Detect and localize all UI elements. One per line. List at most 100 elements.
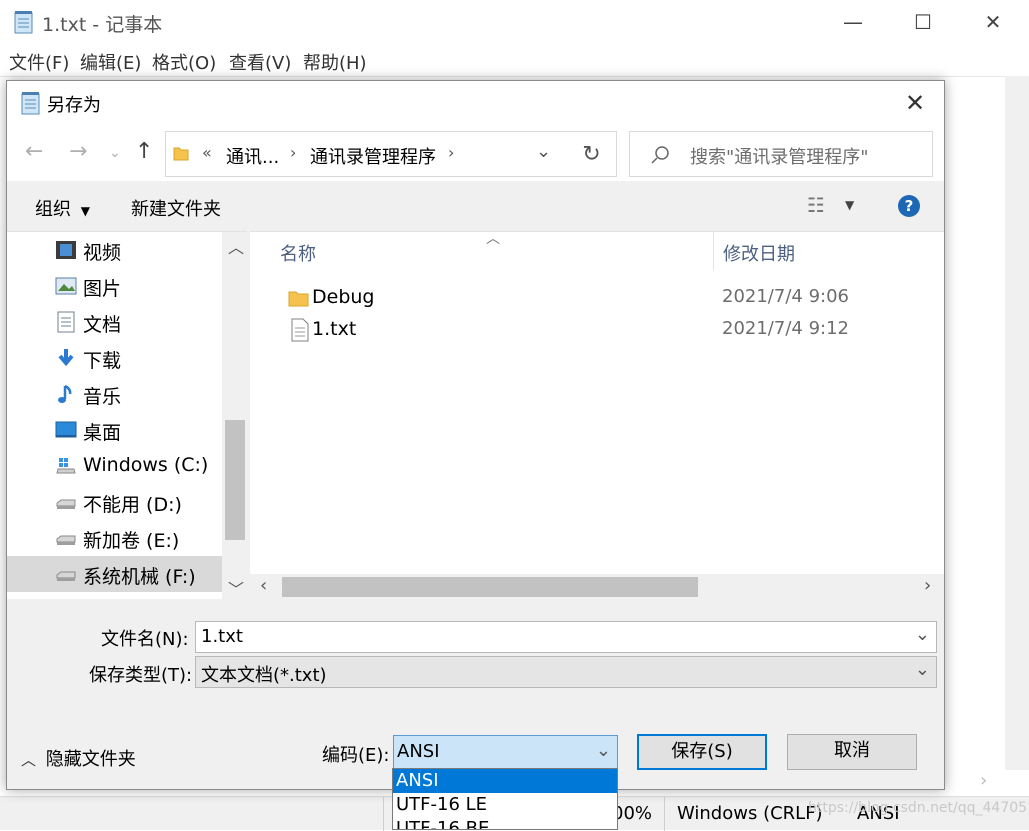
status-divider [383,797,384,831]
column-header-modified[interactable]: 修改日期 [723,240,795,266]
nav-pane-scrollbar[interactable]: ︿ ﹀ [222,232,248,600]
nav-item-pictures[interactable]: 图片 [7,268,222,304]
file-list-pane: ︿ 名称 修改日期 Debug 2021/7/4 9:06 1.txt 2021… [250,231,944,600]
menu-help[interactable]: 帮助(H) [303,49,367,75]
forward-arrow-icon[interactable]: → [69,139,87,164]
nav-item-label: 桌面 [83,422,122,444]
chevron-down-icon[interactable]: ⌄ [915,624,930,645]
maximize-button[interactable]: ☐ [900,4,946,40]
dialog-close-button[interactable]: ✕ [892,85,938,121]
file-pane-horizontal-scrollbar[interactable]: ‹ › [250,574,944,600]
chevron-down-icon[interactable]: ⌄ [915,659,930,680]
nav-item-label: Windows (C:) [83,454,209,476]
address-bar[interactable]: « 通讯... › 通讯录管理程序 › ⌄ [165,131,569,177]
filetype-value: 文本文档(*.txt) [201,665,327,686]
column-header-name[interactable]: 名称 [280,240,316,266]
nav-item-label: 图片 [83,278,122,300]
folder-icon [173,147,189,161]
text-file-icon [291,318,309,342]
breadcrumb-item[interactable]: 通讯录管理程序 [310,143,436,169]
notepad-menubar: 文件(F) 编辑(E) 格式(O) 查看(V) 帮助(H) [0,44,1029,76]
new-folder-button[interactable]: 新建文件夹 [131,195,221,221]
refresh-button[interactable]: ↻ [567,131,617,177]
windows-drive-icon [56,458,76,474]
nav-item-drive-c[interactable]: Windows (C:) [7,448,222,484]
view-options-icon[interactable]: ☷ [807,193,825,217]
address-history-chevron-icon[interactable]: ⌄ [536,141,551,162]
hide-folders-toggle[interactable]: ︿ 隐藏文件夹 [21,745,136,771]
file-row[interactable]: Debug 2021/7/4 9:06 [270,282,910,314]
hide-folders-label: 隐藏文件夹 [45,749,136,770]
nav-item-documents[interactable]: 文档 [7,304,222,340]
encoding-option[interactable]: UTF-16 BE [393,817,617,829]
menu-format[interactable]: 格式(O) [152,49,216,75]
minimize-button[interactable]: — [830,4,876,40]
search-icon [651,146,669,164]
back-arrow-icon[interactable]: ← [25,139,43,164]
organize-button[interactable]: 组织 ▼ [35,195,90,221]
help-icon[interactable]: ? [898,195,920,217]
drive-icon [56,499,76,509]
filetype-select[interactable]: 文本文档(*.txt) ⌄ [195,656,937,688]
desktop-icon [55,421,77,438]
up-arrow-icon[interactable]: ↑ [135,139,153,164]
scroll-left-icon[interactable]: ‹ [260,575,267,596]
notepad-title: 1.txt - 记事本 [42,14,163,36]
close-window-button[interactable]: ✕ [970,4,1016,40]
sort-ascending-icon: ︿ [486,231,500,247]
status-line-ending: Windows (CRLF) [677,803,823,824]
scroll-down-icon[interactable]: ﹀ [228,576,244,600]
breadcrumb-separator-icon[interactable]: › [448,143,454,162]
navigation-pane: 视频 图片 文档 下载 音乐 桌面 Windows (C:) 不能用 (D:) [7,231,248,600]
encoding-dropdown-list: ANSI UTF-16 LE UTF-16 BE [392,768,618,830]
nav-item-downloads[interactable]: 下载 [7,340,222,376]
scroll-up-icon[interactable]: ︿ [228,234,244,258]
file-date: 2021/7/4 9:12 [722,318,849,339]
nav-item-drive-d[interactable]: 不能用 (D:) [7,484,222,520]
notepad-app-icon [14,11,33,34]
watermark-text: https://blog.csdn.net/qq_44705141 [808,800,1029,816]
nav-item-drive-e[interactable]: 新加卷 (E:) [7,520,222,556]
nav-item-label: 不能用 (D:) [83,494,182,516]
menu-file[interactable]: 文件(F) [9,49,69,75]
save-button[interactable]: 保存(S) [637,734,767,770]
nav-item-drive-f[interactable]: 系统机械 (F:) [7,556,222,592]
menu-view[interactable]: 查看(V) [229,49,291,75]
nav-item-desktop[interactable]: 桌面 [7,412,222,448]
encoding-select[interactable]: ANSI ⌄ [393,735,618,769]
cancel-button[interactable]: 取消 [787,734,917,770]
filename-input[interactable]: 1.txt ⌄ [195,621,937,653]
recent-locations-chevron-icon[interactable]: ⌄ [109,145,121,161]
search-box[interactable]: 搜索"通讯录管理程序" [629,131,933,177]
notepad-vertical-scrollbar[interactable] [1005,76,1029,770]
video-icon [56,241,76,259]
nav-item-videos[interactable]: 视频 [7,232,222,268]
nav-item-label: 视频 [83,242,122,264]
nav-item-music[interactable]: 音乐 [7,376,222,412]
column-divider[interactable] [713,232,714,270]
file-row[interactable]: 1.txt 2021/7/4 9:12 [270,314,910,346]
notepad-app-icon [21,92,40,115]
dialog-titlebar: 另存为 ✕ [7,81,944,125]
file-name: 1.txt [312,318,357,340]
breadcrumb-separator-icon[interactable]: › [290,143,296,162]
encoding-label: 编码(E): [322,745,390,766]
scroll-right-icon[interactable]: › [980,770,987,791]
nav-item-label: 系统机械 (F:) [83,566,196,588]
view-options-dropdown-icon[interactable]: ▼ [845,198,854,212]
menu-edit[interactable]: 编辑(E) [80,49,141,75]
scroll-right-icon[interactable]: › [924,575,931,596]
breadcrumb-item[interactable]: 通讯... [226,143,279,169]
scrollbar-thumb[interactable] [282,577,698,597]
dialog-navigation-bar: ← → ⌄ ↑ « 通讯... › 通讯录管理程序 › ⌄ ↻ 搜索"通讯录管理… [7,125,944,181]
encoding-option[interactable]: UTF-16 LE [393,793,617,817]
refresh-icon: ↻ [582,142,601,167]
organize-label: 组织 [35,199,71,220]
scrollbar-thumb[interactable] [225,420,245,540]
encoding-option[interactable]: ANSI [393,769,617,793]
nav-item-label: 下载 [83,350,122,372]
dialog-toolbar: 组织 ▼ 新建文件夹 ☷ ▼ ? [7,181,944,231]
documents-icon [57,311,75,333]
breadcrumb-overflow[interactable]: « [202,143,212,162]
download-icon [58,349,74,367]
